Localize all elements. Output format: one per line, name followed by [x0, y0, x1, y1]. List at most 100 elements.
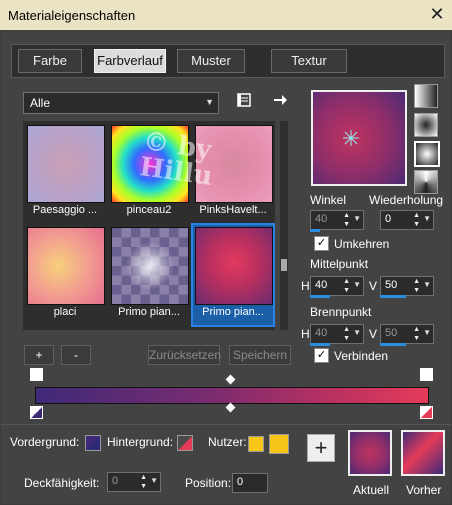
angle-slider[interactable] [310, 229, 320, 232]
center-h-slider[interactable] [310, 295, 330, 298]
gallery-item-label: PinksHavelt... [199, 204, 267, 216]
gradient-preview[interactable] [311, 90, 407, 186]
invert-label[interactable]: Umkehren [334, 237, 389, 251]
chevron-down-icon[interactable]: ▼ [423, 280, 431, 289]
chevron-down-icon[interactable]: ▼ [150, 476, 158, 485]
chevron-down-icon[interactable]: ▼ [353, 214, 361, 223]
user-color-large-swatch[interactable] [269, 434, 289, 454]
color-midpoint[interactable] [225, 402, 236, 413]
position-field[interactable]: 0 [232, 473, 268, 493]
opacity-stop-left[interactable] [30, 368, 43, 381]
opacity-stop-right[interactable] [420, 368, 433, 381]
current-swatch[interactable] [348, 430, 392, 476]
category-dropdown[interactable]: Alle ▼ [23, 92, 219, 114]
tab-muster[interactable]: Muster [177, 49, 245, 73]
scrollbar-thumb[interactable] [281, 259, 287, 271]
focal-v-spinner[interactable]: 50 ▲ ▼ ▼ [380, 324, 434, 344]
center-v-value: 50 [385, 279, 398, 291]
chevron-down-icon: ▼ [205, 97, 214, 107]
opacity-spinner[interactable]: 0 ▲ ▼ ▼ [107, 472, 161, 492]
angle-value: 40 [315, 213, 328, 225]
library-icon[interactable] [235, 92, 253, 110]
invert-checkbox[interactable]: ✓ [314, 236, 329, 251]
center-label: Mittelpunkt [310, 257, 369, 271]
style-rectangular-icon[interactable] [414, 113, 438, 137]
focal-h-slider[interactable] [310, 343, 330, 346]
dialog-content: Farbe Farbverlauf Muster Textur Alle ▼ P… [1, 30, 451, 504]
add-button[interactable]: + [24, 345, 54, 365]
window-title: Materialeigenschaften [8, 8, 136, 23]
foreground-label: Vordergrund: [10, 435, 80, 449]
arrow-right-icon[interactable] [271, 92, 289, 110]
chevron-down-icon[interactable]: ▼ [423, 214, 431, 223]
gallery-item[interactable]: Paesaggio ... [25, 123, 105, 223]
stepper-arrows-icon[interactable]: ▲ ▼ [343, 211, 350, 229]
gallery-item-label: Primo pian... [118, 306, 180, 318]
gallery-item-label: pinceau2 [126, 204, 172, 216]
chevron-down-icon[interactable]: ▼ [353, 328, 361, 337]
remove-button[interactable]: - [61, 345, 91, 365]
style-linear-icon[interactable] [414, 84, 438, 108]
previous-swatch[interactable] [401, 430, 445, 476]
focal-h-spinner[interactable]: 40 ▲ ▼ ▼ [310, 324, 364, 344]
position-label: Position: [185, 476, 232, 490]
center-v-slider[interactable] [380, 295, 406, 298]
tab-farbverlauf[interactable]: Farbverlauf [94, 49, 166, 73]
focal-v-label: V [369, 327, 378, 341]
chevron-down-icon[interactable]: ▼ [423, 328, 431, 337]
background-swatch[interactable] [177, 435, 193, 451]
opacity-label: Deckfähigkeit: [24, 476, 100, 490]
stepper-arrows-icon[interactable]: ▲ ▼ [140, 473, 147, 491]
background-label: Hintergrund: [107, 435, 174, 449]
repeat-spinner[interactable]: 0 ▲ ▼ ▼ [380, 210, 434, 230]
opacity-midpoint[interactable] [225, 374, 236, 385]
position-value: 0 [237, 476, 244, 488]
gradient-swatch [111, 227, 189, 305]
center-h-spinner[interactable]: 40 ▲ ▼ ▼ [310, 276, 364, 296]
link-label[interactable]: Verbinden [334, 349, 388, 363]
reset-button[interactable]: Zurücksetzen [148, 345, 221, 365]
style-radial-icon[interactable] [414, 141, 440, 167]
add-to-swatches-button[interactable]: + [307, 434, 335, 462]
gallery-item[interactable]: Primo pian... [109, 225, 189, 325]
center-h-label: H [301, 279, 310, 293]
tab-textur[interactable]: Textur [271, 49, 347, 73]
angle-label: Winkel [310, 193, 347, 207]
angle-spinner[interactable]: 40 ▲ ▼ ▼ [310, 210, 364, 230]
gallery-item-label: Paesaggio ... [32, 204, 98, 216]
save-button[interactable]: Speichern [229, 345, 291, 365]
center-v-spinner[interactable]: 50 ▲ ▼ ▼ [380, 276, 434, 296]
close-icon[interactable]: ✕ [427, 4, 447, 24]
gallery-item-selected[interactable]: Primo pian... [191, 223, 275, 327]
category-value: Alle [30, 96, 51, 110]
current-label: Aktuell [353, 483, 390, 497]
stepper-arrows-icon[interactable]: ▲ ▼ [413, 211, 420, 229]
gradient-swatch [27, 125, 105, 203]
center-point-icon[interactable] [313, 92, 405, 184]
gradient-editor-bar[interactable] [35, 387, 429, 404]
link-checkbox[interactable]: ✓ [314, 348, 329, 363]
stepper-arrows-icon[interactable]: ▲ ▼ [413, 277, 420, 295]
stepper-arrows-icon[interactable]: ▲ ▼ [343, 325, 350, 343]
title-bar: Materialeigenschaften ✕ [0, 0, 452, 30]
gallery-item[interactable]: placi [25, 225, 105, 325]
focal-label: Brennpunkt [310, 305, 372, 319]
user-color-swatch[interactable] [248, 436, 264, 452]
stepper-arrows-icon[interactable]: ▲ ▼ [343, 277, 350, 295]
color-stop-left[interactable] [30, 406, 43, 419]
gallery-item-label: placi [53, 306, 77, 318]
gradient-gallery: Paesaggio ... pinceau2 PinksHavelt... pl… [23, 121, 275, 330]
gallery-scrollbar[interactable] [280, 121, 288, 330]
foreground-swatch[interactable] [85, 435, 101, 451]
chevron-down-icon[interactable]: ▼ [353, 280, 361, 289]
focal-v-slider[interactable] [380, 343, 406, 346]
tab-farbe[interactable]: Farbe [18, 49, 82, 73]
center-v-label: V [369, 279, 378, 293]
stepper-arrows-icon[interactable]: ▲ ▼ [413, 325, 420, 343]
footer-divider [1, 424, 451, 425]
color-stop-right[interactable] [420, 406, 433, 419]
focal-v-value: 50 [385, 327, 398, 339]
user-label: Nutzer: [208, 435, 247, 449]
style-sunburst-icon[interactable] [414, 170, 438, 194]
opacity-value: 0 [112, 475, 119, 487]
